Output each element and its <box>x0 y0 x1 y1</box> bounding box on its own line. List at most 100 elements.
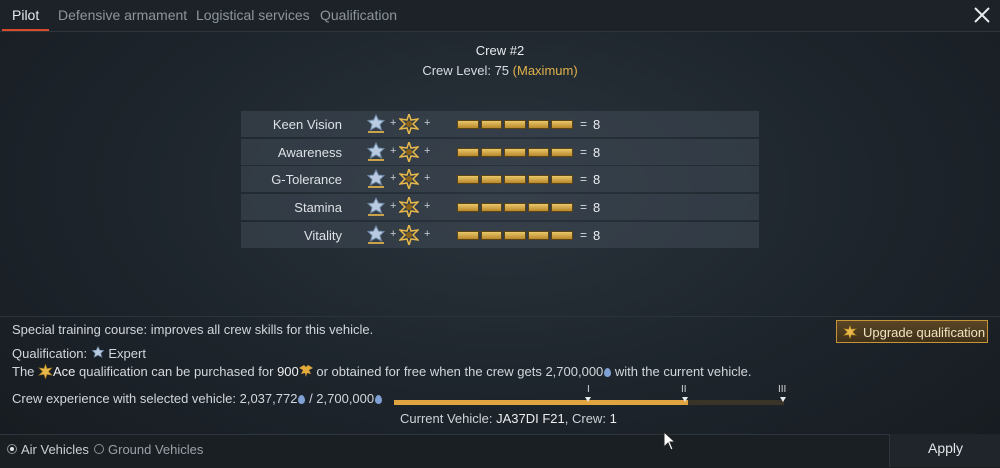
plus-sign: + <box>390 227 397 240</box>
skill-bar <box>457 203 573 213</box>
current-vehicle: Current Vehicle: JA37DI F21, Crew: 1 <box>400 411 617 426</box>
golden-eagle-icon <box>298 365 313 377</box>
skill-bar-segment <box>551 203 573 213</box>
tab-logistical-services[interactable]: Logistical services <box>196 0 310 31</box>
ace-prefix: The <box>12 364 39 379</box>
skill-bar-segment <box>480 175 503 185</box>
skill-row: Keen Vision + + = 8 <box>241 111 759 137</box>
ace-medal-icon <box>397 111 421 137</box>
skill-name: Keen Vision <box>272 117 342 132</box>
tab-bar: Pilot Defensive armament Logistical serv… <box>0 0 1000 32</box>
skill-bar-segment <box>551 175 573 185</box>
ace-middle: qualification can be purchased for <box>75 364 278 379</box>
skill-bar <box>457 120 573 129</box>
tick-label-3: III <box>778 384 787 395</box>
skill-bar-segment <box>457 120 479 129</box>
skill-row: G-Tolerance + + = 8 <box>241 166 759 193</box>
radio-ground-vehicles[interactable]: Ground Vehicles <box>94 441 203 457</box>
skill-bar-segment <box>504 175 526 185</box>
skill-bar-segment <box>457 175 479 185</box>
tab-qualification[interactable]: Qualification <box>320 0 397 31</box>
course-description: Special training course: improves all cr… <box>12 322 374 337</box>
mouse-cursor-icon <box>663 431 677 451</box>
skills-table: Keen Vision + + = 8 Awareness + + = 8 G-Tolerance +… <box>241 111 759 249</box>
experience-target: / 2,700,000 <box>305 391 375 406</box>
skill-bar-segment <box>527 120 550 129</box>
current-crew-number: 1 <box>609 411 617 426</box>
plus-sign: + <box>390 200 397 213</box>
skill-bar-segment <box>504 147 526 157</box>
skill-bar-segment <box>551 120 573 129</box>
crew-level-value: 75 <box>494 63 510 78</box>
skill-bar-segment <box>551 147 573 157</box>
current-vehicle-name: JA37DI F21 <box>496 411 565 426</box>
crew-title: Crew #2 <box>475 43 525 58</box>
radio-air-vehicles[interactable]: Air Vehicles <box>7 441 89 457</box>
skill-bar-segment <box>457 147 479 157</box>
skill-bar-segment <box>504 203 526 213</box>
plus-sign: + <box>390 144 397 157</box>
current-vehicle-label: Current Vehicle: <box>400 411 497 426</box>
skill-bar-segment <box>527 230 550 240</box>
skill-name: Awareness <box>277 144 342 160</box>
skill-bar-segment <box>457 203 479 213</box>
skill-bar <box>457 230 573 240</box>
skill-bar-segment <box>480 120 503 129</box>
ace-medal-icon <box>397 222 421 248</box>
experience-drop-icon <box>375 395 383 404</box>
skill-bar-segment <box>504 120 526 129</box>
close-icon[interactable] <box>972 5 992 25</box>
current-crew-label: , Crew: <box>564 411 610 426</box>
qualification-value: Expert <box>108 346 146 361</box>
skill-bar <box>457 175 573 185</box>
ace-name: Ace <box>53 364 76 379</box>
apply-button[interactable]: Apply <box>889 434 1000 467</box>
skill-bar-segment <box>527 147 550 157</box>
tick-marker-1 <box>585 397 591 402</box>
plus-sign: + <box>424 172 431 185</box>
crew-level: Crew Level: 75 (Maximum) <box>0 63 1000 78</box>
radio-dot <box>7 444 17 454</box>
skill-bar-segment <box>480 203 503 213</box>
crew-level-label: Crew Level: <box>422 63 495 78</box>
skill-bar-segment <box>480 147 503 157</box>
equals-sign: = <box>580 117 588 131</box>
skill-row: Awareness + + = 8 <box>241 138 759 165</box>
ace-medal-icon <box>397 139 421 165</box>
ace-medal-icon <box>397 194 421 220</box>
tab-defensive-armament[interactable]: Defensive armament <box>58 0 187 31</box>
experience-line: Crew experience with selected vehicle: 2… <box>12 391 383 406</box>
expert-medal-icon <box>366 113 386 134</box>
equals-sign: = <box>580 144 588 159</box>
skill-name: G-Tolerance <box>271 172 342 188</box>
skill-row: Vitality + + = 8 <box>241 221 759 248</box>
skill-value: 8 <box>593 172 601 188</box>
plus-sign: + <box>424 144 431 157</box>
expert-medal-icon <box>366 141 386 162</box>
expert-medal-icon <box>366 196 386 217</box>
skill-bar-segment <box>504 230 526 240</box>
divider <box>0 316 1000 317</box>
tick-label-1: I <box>587 384 590 395</box>
crew-level-max: (Maximum) <box>512 63 578 78</box>
plus-sign: + <box>424 117 431 129</box>
skill-bar-segment <box>551 230 573 240</box>
expert-medal-icon <box>91 345 105 358</box>
qualification-label: Qualification: <box>12 346 91 361</box>
ace-end: with the current vehicle. <box>611 364 752 379</box>
tab-pilot[interactable]: Pilot <box>1 0 50 31</box>
qualification-line: Qualification: Expert <box>12 345 146 361</box>
skill-value: 8 <box>593 144 601 160</box>
skill-value: 8 <box>593 227 601 243</box>
experience-current: Crew experience with selected vehicle: 2… <box>12 391 298 406</box>
ace-medal-icon <box>843 325 857 339</box>
expert-medal-icon <box>366 224 386 245</box>
skill-name: Stamina <box>294 200 342 216</box>
tick-marker-2 <box>682 397 688 402</box>
skill-bar <box>457 147 573 157</box>
skill-value: 8 <box>593 117 601 132</box>
plus-sign: + <box>424 227 431 240</box>
upgrade-qualification-button[interactable]: Upgrade qualification <box>836 320 988 343</box>
skill-name: Vitality <box>303 227 342 243</box>
expert-medal-icon <box>366 169 386 189</box>
